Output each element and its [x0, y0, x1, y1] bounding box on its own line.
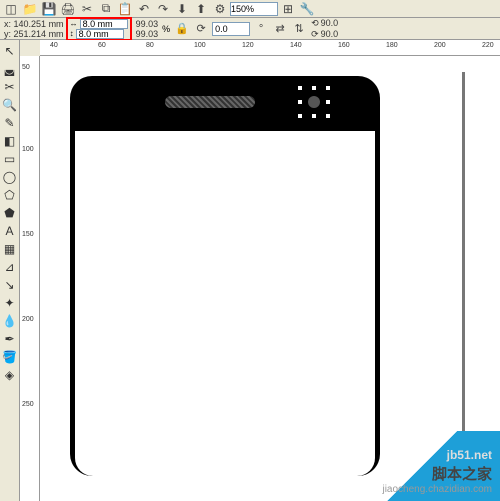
import-icon[interactable]: ⬇ [173, 2, 191, 16]
open-icon[interactable]: 📁 [21, 2, 39, 16]
export-icon[interactable]: ⬆ [192, 2, 210, 16]
ellipse-tool-icon[interactable]: ◯ [0, 168, 19, 186]
mirror-h-icon[interactable]: ⇄ [272, 21, 288, 37]
selected-circle[interactable] [300, 88, 328, 116]
rotation-unit: ° [253, 21, 269, 37]
ruler-vertical: 50 100 150 200 250 [20, 56, 40, 501]
toolbox: ↖ ◛ ✂ 🔍 ✎ ◧ ▭ ◯ ⬠ ⬟ A ▦ ⊿ ↘ ✦ 💧 ✒ 🪣 ◈ [0, 40, 20, 501]
save-icon[interactable]: 💾 [40, 2, 58, 16]
phone-screen [75, 131, 375, 476]
width-input[interactable] [80, 19, 128, 29]
paste-icon[interactable]: 📋 [116, 2, 134, 16]
rotation-icon: ⟳ [193, 21, 209, 37]
height-icon: ↕ [70, 29, 74, 38]
skew-v-icon: ⟳ [311, 29, 319, 40]
phone-speaker [165, 96, 255, 108]
app-launch-icon[interactable]: ⚙ [211, 2, 229, 16]
guide-line[interactable] [462, 72, 465, 467]
skew-values: ⟲90.0 ⟳90.0 [311, 18, 338, 40]
selection-handle[interactable] [325, 99, 331, 105]
selection-handle[interactable] [311, 113, 317, 119]
selection-handle[interactable] [297, 113, 303, 119]
polygon-tool-icon[interactable]: ⬠ [0, 186, 19, 204]
selection-handle[interactable] [297, 85, 303, 91]
ruler-horizontal: 40 60 80 100 120 140 160 180 200 220 [40, 40, 500, 56]
rotation-input[interactable] [212, 22, 250, 36]
connector-tool-icon[interactable]: ↘ [0, 276, 19, 294]
pick-tool-icon[interactable]: ↖ [0, 42, 19, 60]
rectangle-tool-icon[interactable]: ▭ [0, 150, 19, 168]
shape-tool-icon[interactable]: ◛ [0, 60, 19, 78]
scale-unit: % [162, 24, 170, 34]
copy-icon[interactable]: ⧉ [97, 2, 115, 16]
phone-shape[interactable] [70, 76, 380, 476]
canvas-area: 40 60 80 100 120 140 160 180 200 220 50 … [20, 40, 500, 501]
undo-icon[interactable]: ↶ [135, 2, 153, 16]
zoom-level[interactable] [230, 2, 278, 16]
options-icon[interactable]: 🔧 [298, 2, 316, 16]
redo-icon[interactable]: ↷ [154, 2, 172, 16]
selection-handle[interactable] [325, 85, 331, 91]
main-toolbar: ◫ 📁 💾 🖨 ✂ ⧉ 📋 ↶ ↷ ⬇ ⬆ ⚙ ⊞ 🔧 [0, 0, 500, 18]
workspace: ↖ ◛ ✂ 🔍 ✎ ◧ ▭ ◯ ⬠ ⬟ A ▦ ⊿ ↘ ✦ 💧 ✒ 🪣 ◈ 40… [0, 40, 500, 501]
selection-handle[interactable] [325, 113, 331, 119]
basic-shapes-icon[interactable]: ⬟ [0, 204, 19, 222]
snap-icon[interactable]: ⊞ [279, 2, 297, 16]
text-tool-icon[interactable]: A [0, 222, 19, 240]
scale-factor: 99.03 99.03 [132, 19, 163, 39]
crop-tool-icon[interactable]: ✂ [0, 78, 19, 96]
print-icon[interactable]: 🖨 [59, 2, 77, 16]
watermark-text: jb51.net 脚本之家 jiaocheng.chazidian.com [382, 446, 492, 495]
lock-ratio-icon[interactable]: 🔒 [174, 21, 190, 37]
effects-tool-icon[interactable]: ✦ [0, 294, 19, 312]
eyedropper-icon[interactable]: 💧 [0, 312, 19, 330]
cut-icon[interactable]: ✂ [78, 2, 96, 16]
skew-h-icon: ⟲ [311, 18, 319, 29]
freehand-tool-icon[interactable]: ✎ [0, 114, 19, 132]
dimension-tool-icon[interactable]: ⊿ [0, 258, 19, 276]
new-icon[interactable]: ◫ [2, 2, 20, 16]
smart-fill-icon[interactable]: ◧ [0, 132, 19, 150]
selection-handle[interactable] [297, 99, 303, 105]
property-bar: x: 140.251 mm y: 251.214 mm ↔ ↕ 99.03 99… [0, 18, 500, 40]
outline-tool-icon[interactable]: ✒ [0, 330, 19, 348]
interactive-fill-icon[interactable]: ◈ [0, 366, 19, 384]
fill-tool-icon[interactable]: 🪣 [0, 348, 19, 366]
height-input[interactable] [76, 29, 124, 39]
object-position: x: 140.251 mm y: 251.214 mm [2, 19, 66, 39]
object-size-highlight: ↔ ↕ [66, 17, 132, 41]
width-icon: ↔ [70, 19, 78, 28]
selection-handle[interactable] [311, 85, 317, 91]
mirror-v-icon[interactable]: ⇅ [291, 21, 307, 37]
zoom-tool-icon[interactable]: 🔍 [0, 96, 19, 114]
table-tool-icon[interactable]: ▦ [0, 240, 19, 258]
